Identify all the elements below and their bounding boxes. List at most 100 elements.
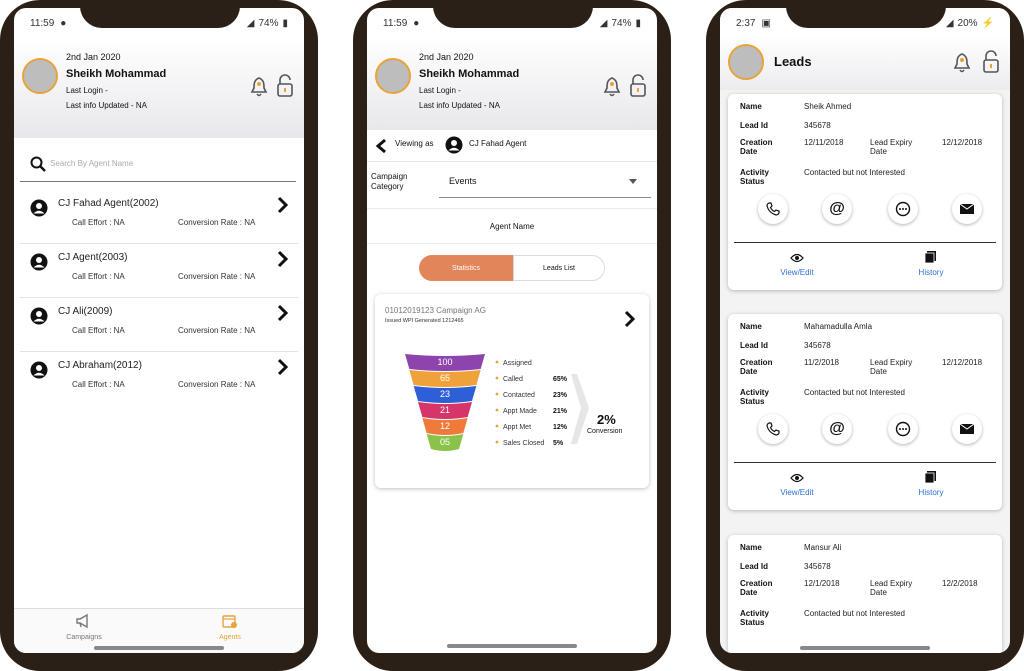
campaign-category-value: Events — [449, 176, 477, 186]
user-icon — [30, 253, 48, 271]
campaign-title: 01012019123 Campaign AG — [385, 306, 486, 315]
leads-header: Leads — [720, 36, 1010, 90]
funnel-percent-label: 21% — [553, 408, 568, 415]
user-icon — [30, 361, 48, 379]
funnel-stage-label: Assigned — [503, 360, 532, 367]
phone-icon — [766, 202, 780, 216]
megaphone-icon — [76, 613, 88, 629]
home-indicator — [447, 644, 577, 648]
mail-button[interactable] — [952, 414, 982, 444]
chevron-right-icon[interactable] — [623, 310, 635, 328]
view-edit-link[interactable]: View/Edit — [772, 250, 822, 277]
campaign-card: 01012019123 Campaign AG Issued WPI Gener… — [375, 294, 649, 488]
creation-date-label: Creation Date — [740, 138, 773, 156]
email-at-button[interactable]: @ — [822, 194, 852, 224]
bell-icon[interactable] — [952, 52, 972, 74]
activity-status-label: Activity Status — [740, 388, 769, 406]
funnel-stage-label: Appt Met — [503, 424, 531, 431]
profile-header: 2nd Jan 2020 Sheikh Mohammad Last Login … — [367, 38, 657, 130]
chevron-right-icon[interactable] — [276, 196, 288, 214]
history-label: History — [918, 268, 944, 277]
location-icon: ● — [413, 17, 420, 29]
nav-campaigns[interactable]: Campaigns — [54, 613, 114, 641]
search-bar[interactable]: Search By Agent Name — [20, 150, 296, 182]
bell-icon[interactable] — [249, 76, 269, 98]
profile-date: 2nd Jan 2020 — [66, 52, 121, 62]
battery-icon: ▮ — [635, 17, 641, 29]
view-edit-label: View/Edit — [780, 488, 814, 497]
statistics-screen: 11:59 ● ◢ 74% ▮ 2nd Jan 2020 Sheikh Mohamm… — [367, 8, 657, 653]
email-at-button[interactable]: @ — [822, 414, 852, 444]
avatar[interactable] — [22, 58, 58, 94]
unlock-icon[interactable] — [982, 50, 1000, 74]
signal-icon: ◢ — [945, 17, 954, 29]
agent-name-label: Agent Name — [367, 208, 657, 244]
history-book-icon — [924, 471, 936, 484]
card-divider — [734, 242, 996, 243]
lead-id-label: Lead Id — [740, 562, 769, 571]
conversion-label: Conversion — [587, 428, 623, 435]
user-icon — [30, 199, 48, 217]
agent-call-effort: Call Effort : NA — [72, 326, 125, 335]
call-button[interactable] — [758, 414, 788, 444]
expiry-date-label: Lead Expiry Date — [870, 358, 913, 376]
funnel-percent-label: 12% — [553, 424, 568, 431]
charging-icon: ⚡ — [981, 17, 994, 29]
funnel-value-label: 100 — [437, 357, 452, 367]
status-time: 11:59 — [383, 17, 408, 29]
bell-icon[interactable] — [602, 76, 622, 98]
chevron-right-icon[interactable] — [276, 250, 288, 268]
history-link[interactable]: History — [906, 470, 956, 497]
creation-date-label: Creation Date — [740, 358, 773, 376]
expiry-date-label: Lead Expiry Date — [870, 138, 913, 156]
call-button[interactable] — [758, 194, 788, 224]
battery-level: 74% — [611, 17, 632, 29]
name-label: Name — [740, 102, 762, 111]
tab-leads-list[interactable]: Leads List — [513, 255, 605, 281]
activity-status: Contacted but not Interested — [804, 388, 905, 397]
agent-name: CJ Agent(2003) — [58, 252, 128, 263]
mail-button[interactable] — [952, 194, 982, 224]
campaign-category-label: Campaign Category — [371, 172, 408, 191]
avatar[interactable] — [375, 58, 411, 94]
at-sign-icon: @ — [829, 200, 845, 217]
agent-call-effort: Call Effort : NA — [72, 218, 125, 227]
conversion-value: 2% — [597, 412, 616, 427]
agent-row[interactable]: CJ Fahad Agent(2002) Call Effort : NA Co… — [20, 190, 298, 244]
chevron-right-icon[interactable] — [276, 304, 288, 322]
funnel-bullet — [495, 376, 499, 380]
funnel-stage-label: Called — [503, 376, 523, 383]
notification-icon: ▣ — [761, 17, 771, 29]
funnel-value-label: 21 — [440, 405, 450, 415]
unlock-icon[interactable] — [276, 74, 294, 98]
notch — [433, 0, 593, 28]
funnel-stage-label: Sales Closed — [503, 440, 544, 447]
agent-conversion-rate: Conversion Rate : NA — [178, 272, 256, 281]
campaign-category-select[interactable]: Events — [439, 166, 651, 198]
agent-row[interactable]: CJ Agent(2003) Call Effort : NA Conversi… — [20, 244, 298, 298]
agent-name: CJ Ali(2009) — [58, 306, 113, 317]
agent-row[interactable]: CJ Abraham(2012) Call Effort : NA Conver… — [20, 352, 298, 406]
expiry-date: 12/2/2018 — [942, 579, 978, 588]
view-edit-link[interactable]: View/Edit — [772, 470, 822, 497]
signal-icon: ◢ — [599, 17, 608, 29]
history-link[interactable]: History — [906, 250, 956, 277]
user-icon — [30, 307, 48, 325]
profile-name: Sheikh Mohammad — [419, 68, 520, 80]
avatar[interactable] — [728, 44, 764, 80]
agent-name: CJ Abraham(2012) — [58, 360, 142, 371]
back-arrow-icon[interactable] — [375, 138, 387, 154]
funnel-percent-label: 5% — [553, 440, 564, 447]
message-button[interactable] — [888, 194, 918, 224]
nav-agents[interactable]: Agents — [200, 613, 260, 641]
notch — [786, 0, 946, 28]
funnel-percent-label: 23% — [553, 392, 568, 399]
lead-name: Mahamadulla Amla — [804, 322, 873, 331]
chevron-right-icon[interactable] — [276, 358, 288, 376]
unlock-icon[interactable] — [629, 74, 647, 98]
creation-date-label: Creation Date — [740, 579, 773, 597]
message-button[interactable] — [888, 414, 918, 444]
agent-row[interactable]: CJ Ali(2009) Call Effort : NA Conversion… — [20, 298, 298, 352]
leads-screen: 2:37 ▣ ◢ 20% ⚡ Leads Name Sheik Ahmed Lead… — [720, 8, 1010, 653]
tab-statistics[interactable]: Statistics — [419, 255, 513, 281]
